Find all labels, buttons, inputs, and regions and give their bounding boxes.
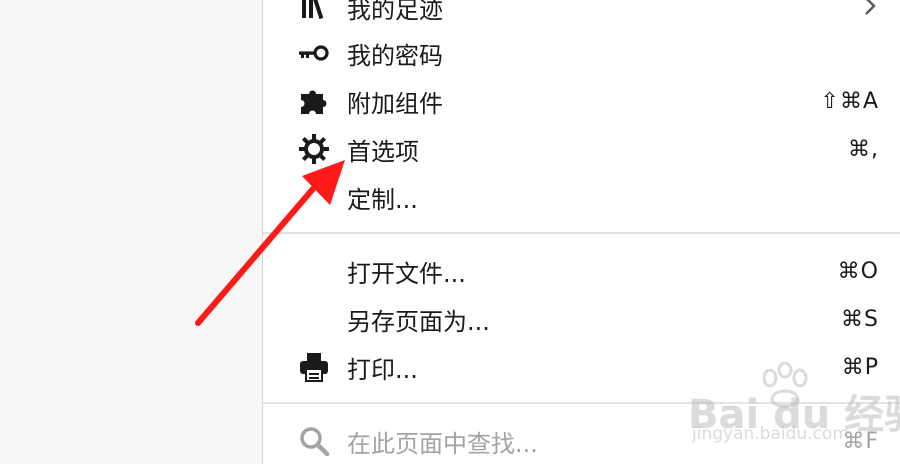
key-icon bbox=[297, 36, 331, 70]
menu-item-shortcut: ⌘S bbox=[841, 306, 879, 332]
library-icon bbox=[297, 0, 331, 24]
menu-item-find-in-page[interactable]: 在此页面中查找... ⌘F bbox=[263, 417, 900, 464]
menu-item-label: 我的足迹 bbox=[347, 0, 443, 24]
page-background bbox=[0, 0, 262, 464]
app-menu-panel: 我的足迹 我的密码 附加组件 ⇧⌘A 首选项 ⌘, 定制... 打开文件... … bbox=[262, 0, 900, 464]
menu-item-preferences[interactable]: 首选项 ⌘, bbox=[263, 125, 900, 173]
menu-item-shortcut: ⌘F bbox=[842, 428, 879, 454]
search-icon bbox=[297, 424, 331, 458]
menu-item-customize[interactable]: 定制... bbox=[263, 173, 900, 221]
menu-separator bbox=[263, 232, 900, 234]
menu-item-label: 附加组件 bbox=[347, 89, 443, 118]
menu-item-shortcut: ⌘, bbox=[848, 136, 879, 162]
menu-item-label: 我的密码 bbox=[347, 41, 443, 70]
gear-icon bbox=[297, 132, 331, 166]
menu-item-library[interactable]: 我的足迹 bbox=[263, 0, 900, 31]
menu-item-shortcut: ⇧⌘A bbox=[820, 88, 879, 114]
menu-item-addons[interactable]: 附加组件 ⇧⌘A bbox=[263, 77, 900, 125]
menu-item-label: 在此页面中查找... bbox=[347, 429, 538, 458]
menu-item-passwords[interactable]: 我的密码 bbox=[263, 29, 900, 77]
menu-item-label: 首选项 bbox=[347, 137, 419, 166]
menu-separator bbox=[263, 402, 900, 404]
menu-item-save-page[interactable]: 另存页面为... ⌘S bbox=[263, 295, 900, 343]
menu-item-label: 打印... bbox=[347, 355, 418, 384]
menu-item-label: 打开文件... bbox=[347, 259, 466, 288]
menu-item-label: 定制... bbox=[347, 185, 418, 214]
menu-item-shortcut: ⌘O bbox=[837, 258, 879, 284]
puzzle-icon bbox=[297, 84, 331, 118]
printer-icon bbox=[297, 350, 331, 384]
menu-item-open-file[interactable]: 打开文件... ⌘O bbox=[263, 247, 900, 295]
menu-item-print[interactable]: 打印... ⌘P bbox=[263, 343, 900, 391]
menu-item-label: 另存页面为... bbox=[347, 307, 490, 336]
menu-item-shortcut: ⌘P bbox=[841, 354, 879, 380]
chevron-right-icon bbox=[863, 0, 877, 21]
